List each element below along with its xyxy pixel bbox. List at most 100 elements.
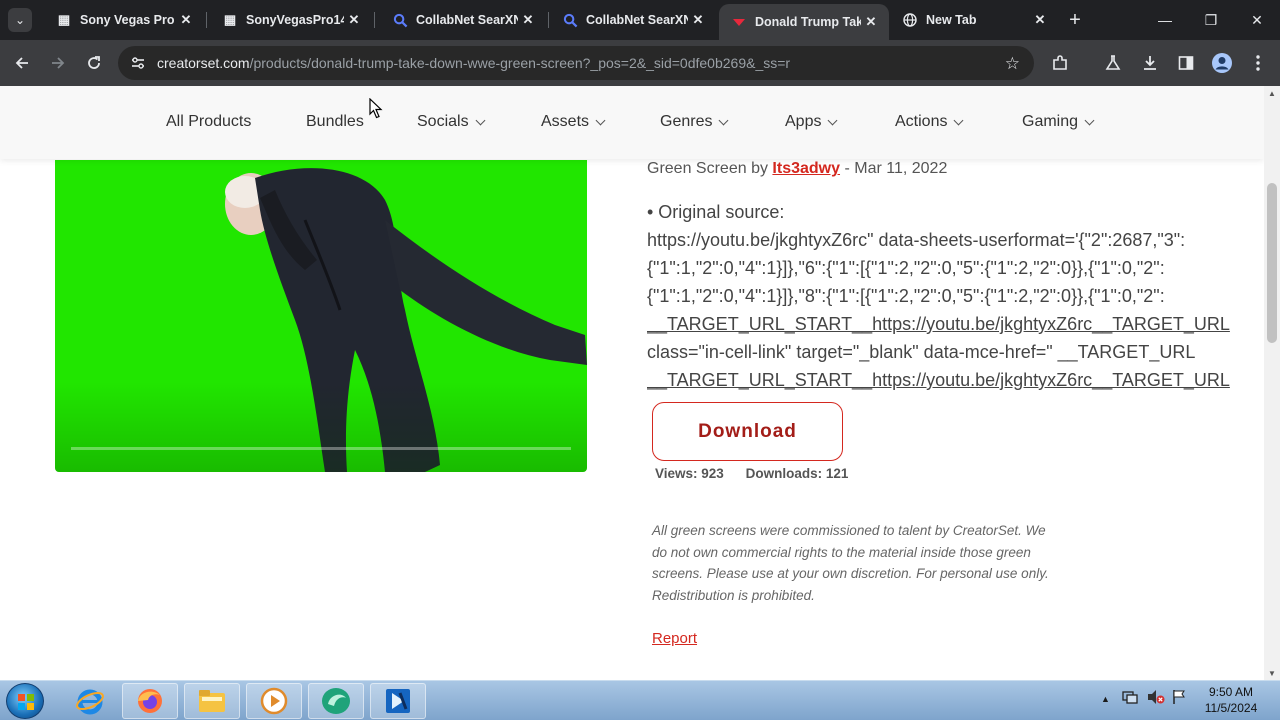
reload-button[interactable] <box>82 51 106 75</box>
globe-icon <box>902 12 918 28</box>
tab-searxng-1[interactable]: CollabNet SearXNG ✕ <box>380 0 546 40</box>
nav-actions[interactable]: Actions <box>895 113 964 131</box>
nav-genres[interactable]: Genres <box>660 113 729 131</box>
description-line: https://youtu.be/jkghtyxZ6rc" data-sheet… <box>647 230 1186 250</box>
side-panel-icon <box>1178 56 1194 70</box>
report-link[interactable]: Report <box>652 630 697 647</box>
url-text[interactable]: creatorset.com/products/donald-trump-tak… <box>157 55 790 71</box>
file-explorer-icon[interactable] <box>184 683 240 719</box>
source-link[interactable]: __TARGET_URL_START__https://youtu.be/jkg… <box>647 310 1264 338</box>
video-progress-bar[interactable] <box>71 447 571 450</box>
side-panel-button[interactable] <box>1174 51 1198 75</box>
firefox-icon[interactable] <box>122 683 178 719</box>
tab-title: Donald Trump Take <box>755 15 861 29</box>
new-tab-button[interactable]: + <box>1064 9 1086 31</box>
tab-title: CollabNet SearXNG <box>416 13 518 27</box>
product-video-preview[interactable] <box>55 160 587 472</box>
tab-sony-vegas-1[interactable]: ▦ Sony Vegas Pro 14 ✕ <box>44 0 204 40</box>
tab-sony-vegas-2[interactable]: ▦ SonyVegasPro14.0 ✕ <box>210 0 372 40</box>
system-clock[interactable]: 9:50 AM 11/5/2024 <box>1196 684 1266 716</box>
nav-socials[interactable]: Socials <box>417 113 486 131</box>
nav-bundles[interactable]: Bundles <box>306 113 364 131</box>
nav-label: Genres <box>660 113 713 130</box>
search-icon <box>562 12 578 28</box>
video-editor-icon[interactable] <box>370 683 426 719</box>
profile-button[interactable] <box>1210 51 1234 75</box>
product-category: Green Screen <box>647 160 747 177</box>
close-icon[interactable]: ✕ <box>1030 10 1050 30</box>
tab-strip: ⌄ ▦ Sony Vegas Pro 14 ✕ ▦ SonyVegasPro14… <box>0 0 1280 40</box>
tab-title: New Tab <box>926 13 977 27</box>
network-icon[interactable] <box>1122 689 1138 708</box>
scroll-down-icon[interactable]: ▼ <box>1264 666 1280 680</box>
bluetooth-app-icon[interactable] <box>308 683 364 719</box>
source-link[interactable]: __TARGET_URL_START__https://youtu.be/jkg… <box>647 366 1264 394</box>
product-meta: Green Screen by Its3adwy - Mar 11, 2022 <box>647 160 947 178</box>
media-player-icon[interactable] <box>246 683 302 719</box>
action-center-flag-icon[interactable] <box>1172 689 1186 708</box>
close-icon[interactable]: ✕ <box>688 10 708 30</box>
search-icon <box>392 12 408 28</box>
tab-title: CollabNet SearXNG <box>586 13 688 27</box>
download-button[interactable]: Download <box>652 402 843 461</box>
page-content: All Products Bundles Socials Assets Genr… <box>0 86 1264 680</box>
scrollbar-thumb[interactable] <box>1267 183 1277 343</box>
windows-logo-icon <box>18 694 34 710</box>
puzzle-icon <box>1053 55 1067 70</box>
nav-label: All Products <box>166 113 252 130</box>
tray-expand-icon[interactable]: ▲ <box>1101 694 1110 704</box>
volume-muted-icon[interactable] <box>1147 689 1165 708</box>
page-icon: ▦ <box>223 12 237 27</box>
internet-explorer-icon[interactable] <box>62 683 118 719</box>
labs-button[interactable] <box>1101 51 1125 75</box>
nav-assets[interactable]: Assets <box>541 113 606 131</box>
tab-title: Sony Vegas Pro 14 <box>80 13 176 27</box>
description-line: {"1":1,"2":0,"4":1}]},"8":{"1":[{"1":2,"… <box>647 286 1165 306</box>
close-window-button[interactable]: ✕ <box>1234 0 1280 40</box>
tab-new-tab[interactable]: New Tab ✕ <box>890 0 1058 40</box>
tab-searxng-2[interactable]: CollabNet SearXNG ✕ <box>550 0 716 40</box>
tab-search-button[interactable]: ⌄ <box>8 8 32 32</box>
close-icon[interactable]: ✕ <box>518 10 538 30</box>
restore-button[interactable]: ❐ <box>1188 0 1234 40</box>
disclaimer-text: All green screens were commissioned to t… <box>652 523 1049 603</box>
star-icon[interactable]: ☆ <box>1005 54 1020 74</box>
back-button[interactable] <box>10 51 34 75</box>
clock-date: 11/5/2024 <box>1204 701 1258 715</box>
extensions-button[interactable] <box>1048 51 1072 75</box>
arrow-left-icon <box>15 57 28 69</box>
page-scrollbar[interactable]: ▲ ▼ <box>1264 86 1280 680</box>
close-icon[interactable]: ✕ <box>344 10 364 30</box>
forward-button[interactable] <box>46 51 70 75</box>
close-icon[interactable]: ✕ <box>861 12 881 32</box>
chevron-down-icon <box>1084 115 1095 125</box>
close-icon[interactable]: ✕ <box>176 10 196 30</box>
download-icon <box>1144 56 1156 70</box>
downloads-count: Downloads: 121 <box>745 466 849 481</box>
description-line: • Original source: <box>647 202 785 222</box>
reload-icon <box>88 56 100 69</box>
tab-donald-trump[interactable]: Donald Trump Take ✕ <box>719 4 889 40</box>
creatorset-icon <box>731 14 747 30</box>
address-bar[interactable]: creatorset.com/products/donald-trump-tak… <box>118 46 1034 80</box>
page-icon: ▦ <box>57 12 71 27</box>
author-link[interactable]: Its3adwy <box>772 160 840 177</box>
start-button[interactable] <box>6 683 44 719</box>
more-vert-icon <box>1256 55 1260 71</box>
description-line: class="in-cell-link" target="_blank" dat… <box>647 342 1196 362</box>
chevron-down-icon <box>954 115 964 125</box>
mouse-cursor-icon <box>369 98 383 119</box>
nav-label: Actions <box>895 113 948 130</box>
nav-apps[interactable]: Apps <box>785 113 838 131</box>
scroll-up-icon[interactable]: ▲ <box>1264 86 1280 100</box>
nav-all-products[interactable]: All Products <box>166 113 251 131</box>
menu-button[interactable] <box>1246 51 1270 75</box>
nav-label: Assets <box>541 113 590 130</box>
nav-label: Socials <box>417 113 469 130</box>
video-controls-shade <box>55 382 587 472</box>
minimize-button[interactable]: — <box>1142 0 1188 40</box>
downloads-button[interactable] <box>1138 51 1162 75</box>
chevron-down-icon <box>475 115 486 125</box>
site-info-icon[interactable] <box>130 55 146 71</box>
nav-gaming[interactable]: Gaming <box>1022 113 1095 131</box>
